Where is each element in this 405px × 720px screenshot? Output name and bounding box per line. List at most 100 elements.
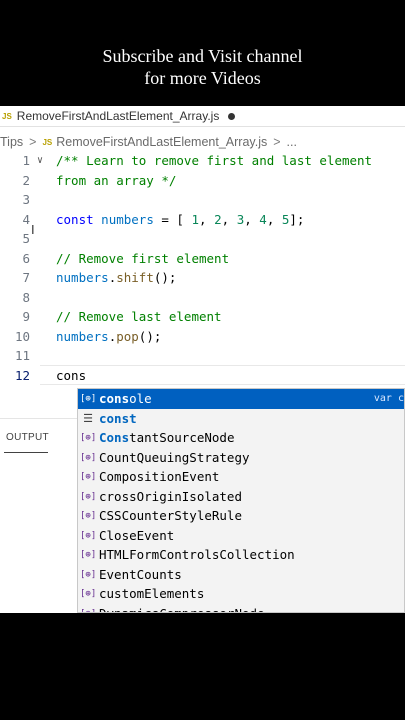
- variable-icon: [⊕]: [80, 472, 97, 482]
- suggestion-label: crossOriginIsolated: [99, 488, 242, 504]
- tab-output[interactable]: OUTPUT: [6, 432, 49, 443]
- suggestion-item[interactable]: [⊕] crossOriginIsolated: [78, 487, 404, 507]
- variable-icon: [⊕]: [80, 491, 97, 502]
- code-function: pop: [116, 328, 139, 344]
- code-line[interactable]: 3: [0, 190, 405, 210]
- line-number: 5: [22, 231, 30, 246]
- line-number: 2: [22, 172, 30, 188]
- code-editor[interactable]: JS RemoveFirstAndLastElement_Array.js Ti…: [0, 106, 405, 613]
- suggestion-label: DynamicsCompressorNode: [99, 605, 265, 613]
- line-number: 1: [22, 153, 30, 168]
- code-text: // Remove last element: [56, 309, 222, 324]
- variable-icon: [⊕]: [80, 550, 97, 560]
- unsaved-dot-icon[interactable]: [228, 112, 236, 120]
- suggestion-item[interactable]: [⊕] CloseEvent: [78, 526, 404, 546]
- line-number: 3: [22, 192, 30, 207]
- suggestion-item[interactable]: [⊕] ConstantSourceNode: [78, 428, 404, 448]
- code-variable: numbers: [101, 211, 154, 227]
- suggestion-label: EventCounts: [99, 566, 182, 582]
- suggestion-item[interactable]: [⊕] DynamicsCompressorNode: [78, 604, 404, 613]
- code-number: 1: [191, 211, 200, 227]
- code-line[interactable]: 11: [0, 346, 405, 366]
- breadcrumb-folder[interactable]: Tips: [0, 135, 23, 149]
- suggestion-item[interactable]: [⊕] EventCounts: [78, 565, 404, 585]
- variable-icon: [⊕]: [80, 589, 97, 599]
- suggestion-item[interactable]: [⊕] console var c: [78, 389, 404, 409]
- editor-tab[interactable]: JS RemoveFirstAndLastElement_Array.js: [0, 106, 236, 126]
- suggestion-item[interactable]: [⊕] HTMLFormControlsCollection: [78, 545, 404, 565]
- code-text: numbers.shift();: [56, 270, 177, 285]
- suggestion-item[interactable]: [⊕] CSSCounterStyleRule: [78, 506, 404, 526]
- autocomplete-suggestions[interactable]: [⊕] console var c ☰ const [⊕] ConstantSo…: [77, 388, 405, 613]
- banner-line-1: Subscribe and Visit channel: [102, 46, 303, 66]
- line-number: 11: [14, 348, 30, 363]
- suggestion-item[interactable]: [⊕] CountQueuingStrategy: [78, 448, 404, 468]
- line-number: 8: [22, 289, 30, 305]
- code-operator: = [: [153, 211, 192, 227]
- variable-icon: [⊕]: [80, 433, 97, 443]
- code-line[interactable]: 7 numbers.shift();: [0, 268, 405, 288]
- suggestion-label: CloseEvent: [99, 527, 175, 543]
- variable-icon: [⊕]: [80, 394, 97, 404]
- line-number: 7: [22, 270, 30, 285]
- code-text: numbers.pop();: [56, 328, 162, 344]
- code-line[interactable]: 6 // Remove first element: [0, 249, 405, 269]
- variable-icon: [⊕]: [80, 530, 97, 541]
- active-tab-underline: [4, 452, 48, 453]
- suggestion-item[interactable]: [⊕] CompositionEvent: [78, 467, 404, 487]
- keyword-icon: ☰: [83, 411, 93, 425]
- suggestion-label: CountQueuingStrategy: [99, 449, 250, 465]
- variable-icon: [⊕]: [80, 569, 97, 580]
- code-line[interactable]: 4 const numbers = [ 1, 2, 3, 4, 5];: [0, 210, 405, 230]
- chevron-right-icon: >: [29, 135, 37, 149]
- suggestion-label: CompositionEvent: [99, 469, 220, 484]
- chevron-right-icon: >: [273, 135, 281, 149]
- code-variable: numbers: [56, 270, 109, 285]
- code-text: // Remove first element: [56, 250, 230, 266]
- line-number: 9: [22, 309, 30, 324]
- line-number: 12: [14, 367, 30, 383]
- suggestion-label: ConstantSourceNode: [99, 430, 235, 445]
- banner-line-2: for more Videos: [144, 68, 261, 88]
- code-number: 4: [259, 211, 267, 227]
- code-keyword: const: [56, 211, 94, 227]
- variable-icon: [⊕]: [80, 511, 97, 521]
- code-line[interactable]: 10 numbers.pop();: [0, 327, 405, 347]
- code-number: 3: [236, 211, 245, 227]
- javascript-file-icon: JS: [42, 137, 53, 147]
- code-lines[interactable]: 1 ∨ /** Learn to remove first and last e…: [0, 151, 405, 385]
- code-text: from an array */: [56, 172, 177, 188]
- breadcrumb-more[interactable]: ...: [287, 135, 297, 149]
- code-text: /** Learn to remove first and last eleme…: [56, 153, 373, 168]
- code-line[interactable]: 8: [0, 288, 405, 308]
- code-line[interactable]: 5: [0, 229, 405, 249]
- code-line[interactable]: 9 // Remove last element: [0, 307, 405, 327]
- line-number: 10: [14, 328, 30, 344]
- code-function: shift: [116, 270, 154, 285]
- suggestion-label: const: [99, 410, 137, 426]
- suggestion-label: HTMLFormControlsCollection: [99, 547, 295, 562]
- javascript-file-icon: JS: [2, 111, 12, 121]
- code-line[interactable]: 12 cons: [0, 366, 405, 386]
- editor-tab-filename: RemoveFirstAndLastElement_Array.js: [16, 109, 220, 123]
- suggestion-label: console: [99, 391, 152, 406]
- code-number: 2: [214, 211, 222, 227]
- editor-tab-bar: JS RemoveFirstAndLastElement_Array.js: [0, 106, 405, 127]
- suggestion-label: customElements: [99, 586, 205, 601]
- video-banner: Subscribe and Visit channel for more Vid…: [0, 0, 405, 106]
- breadcrumb-file[interactable]: RemoveFirstAndLastElement_Array.js: [56, 135, 267, 149]
- code-variable: numbers: [56, 328, 109, 344]
- suggestion-detail: var c: [373, 393, 404, 404]
- line-number: 6: [22, 250, 30, 266]
- fold-chevron-down-icon[interactable]: ∨: [37, 151, 43, 171]
- suggestion-item[interactable]: [⊕] customElements: [78, 584, 404, 604]
- code-line[interactable]: 1 ∨ /** Learn to remove first and last e…: [0, 151, 405, 171]
- code-line[interactable]: 2 from an array */: [0, 171, 405, 191]
- line-number: 4: [22, 211, 30, 227]
- variable-icon: [⊕]: [80, 608, 96, 613]
- breadcrumb: Tips > JS RemoveFirstAndLastElement_Arra…: [0, 133, 297, 151]
- suggestion-item[interactable]: ☰ const: [78, 409, 404, 429]
- variable-icon: [⊕]: [80, 452, 97, 463]
- suggestion-label: CSSCounterStyleRule: [99, 508, 242, 523]
- code-punct: ];: [289, 211, 305, 227]
